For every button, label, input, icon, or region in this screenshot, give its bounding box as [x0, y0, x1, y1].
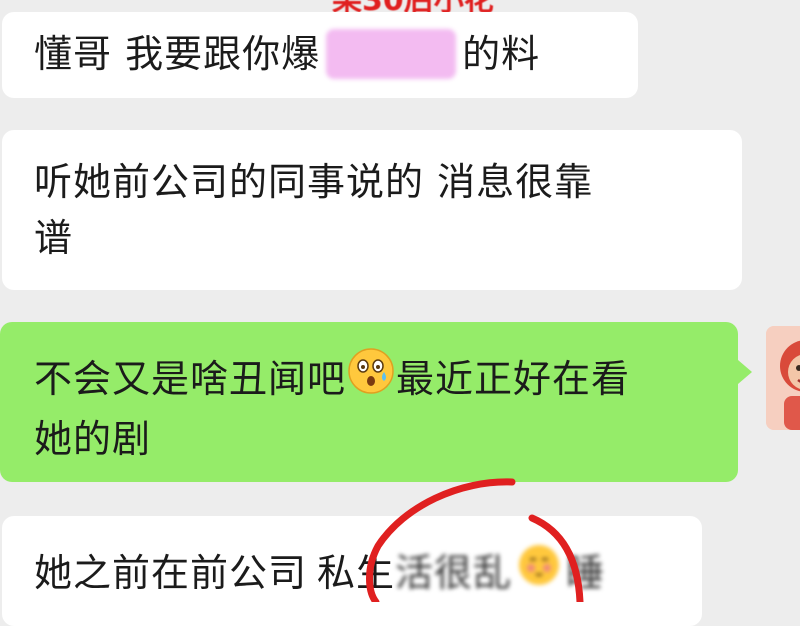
message-bubble-4[interactable]: 她之前在前公司 私生 活很乱 睡 — [2, 516, 702, 626]
blushing-face-emoji-icon — [516, 542, 562, 603]
redaction-block — [326, 29, 457, 79]
shocked-face-emoji-icon — [346, 346, 396, 411]
message-2-line-2: 谱 — [34, 216, 74, 260]
message-1-text-end: 的料 — [462, 32, 541, 76]
message-3-text-middle: 最近正好在看 — [396, 356, 631, 401]
message-2-line-1: 听她前公司的同事说的 消息很靠 — [34, 160, 594, 204]
message-3-line-2: 她的剧 — [34, 417, 152, 461]
message-4-text-start: 她之前在前公司 — [34, 550, 308, 595]
message-bubble-1[interactable]: 懂哥 我要跟你爆 的料 — [2, 12, 638, 98]
user-avatar[interactable] — [766, 326, 800, 430]
message-4-circled-text: 私生 — [317, 550, 396, 595]
message-4-blurred-text: 活很乱 — [395, 550, 513, 595]
message-bubble-2[interactable]: 听她前公司的同事说的 消息很靠 谱 — [2, 130, 742, 290]
message-4-blurred-end: 睡 — [566, 550, 606, 595]
message-bubble-3-own[interactable]: 不会又是啥丑闻吧 最近正好在看 她的剧 — [0, 322, 752, 482]
message-3-text-start: 不会又是啥丑闻吧 — [34, 356, 347, 401]
message-1-text-start: 懂哥 我要跟你爆 — [34, 32, 321, 76]
